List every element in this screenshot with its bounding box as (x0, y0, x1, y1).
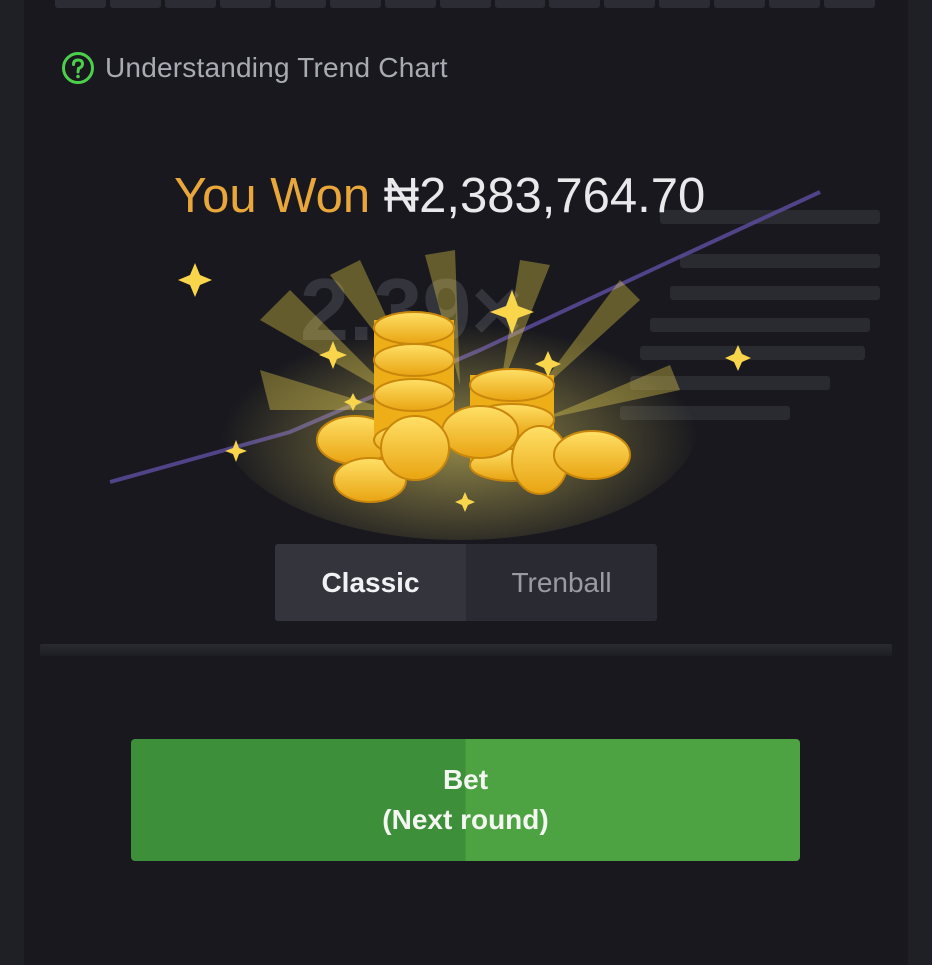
win-amount: ₦2,383,764.70 (383, 169, 706, 223)
right-edge (908, 0, 932, 965)
game-screen: Understanding Trend Chart 2.39× (0, 0, 932, 965)
win-message: You Won ₦2,383,764.70 (174, 168, 705, 224)
tab-trenball[interactable]: Trenball (466, 544, 657, 621)
help-link-label: Understanding Trend Chart (105, 52, 448, 83)
understanding-trend-chart-link[interactable]: Understanding Trend Chart (61, 51, 448, 85)
game-mode-toggle: Classic Trenball (275, 544, 657, 621)
bet-next-round-button[interactable]: Bet (Next round) (131, 739, 800, 861)
tab-classic[interactable]: Classic (275, 544, 466, 621)
question-circle-icon (62, 52, 94, 84)
bet-button-sublabel: (Next round) (382, 804, 549, 835)
win-label: You Won (174, 169, 371, 223)
win-celebration-graphic: 2.39× (109, 190, 880, 540)
history-strip (55, 0, 876, 8)
section-divider (40, 644, 892, 656)
left-edge (0, 0, 24, 965)
bet-button-label: Bet (442, 764, 489, 795)
